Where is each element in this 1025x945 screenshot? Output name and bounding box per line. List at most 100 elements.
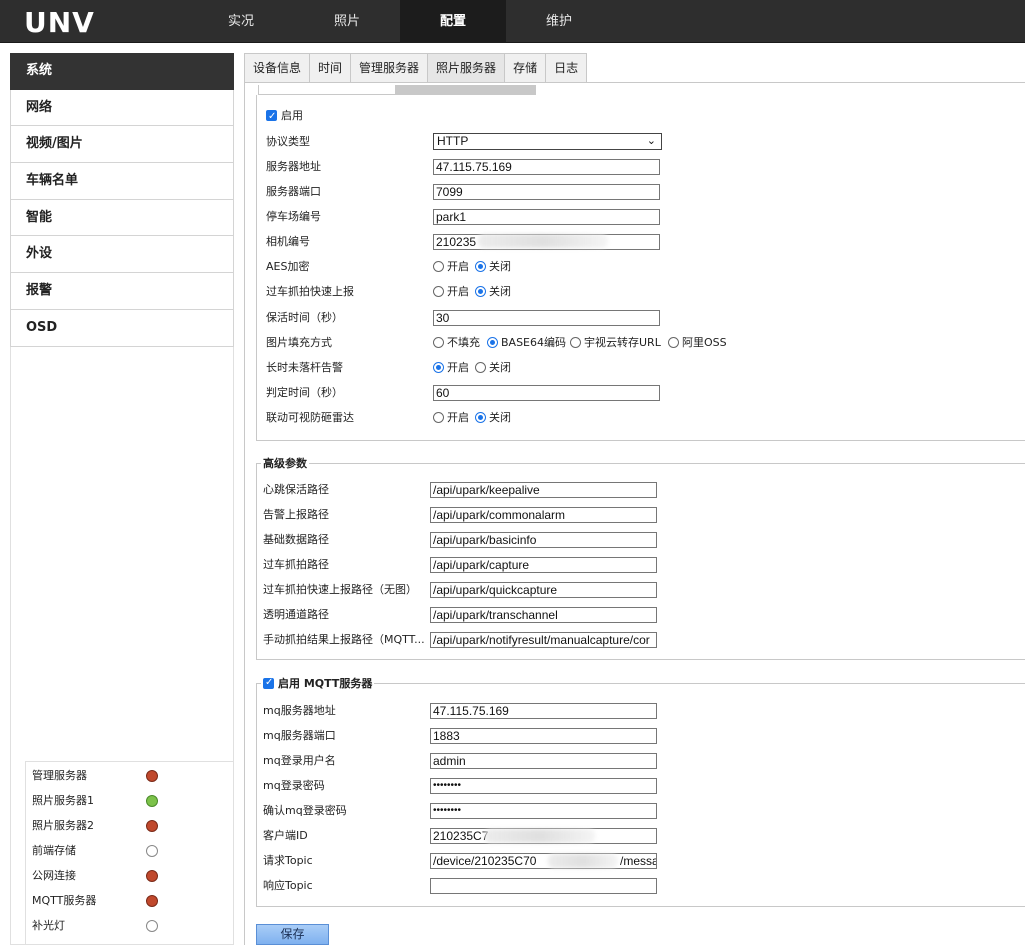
fast-report-off-radio[interactable]: 关闭	[475, 282, 511, 302]
adv-row: 过车抓拍快速上报路径（无图） /api/upark/quickcapture	[263, 580, 1023, 600]
status-row: 前端存储	[32, 841, 232, 861]
fill-cloud-url-label: 宇视云转存URL	[584, 336, 661, 349]
fast-report-on-label: 开启	[447, 285, 469, 298]
sub-tab-server-2[interactable]	[396, 85, 536, 95]
radar-on-radio[interactable]: 开启	[433, 408, 469, 428]
fill-base64-radio[interactable]: BASE64编码	[487, 333, 566, 353]
status-indicator-icon	[146, 920, 158, 932]
sidebar-item-video-image[interactable]: 视频/图片	[10, 126, 234, 164]
sidebar-item-osd[interactable]: OSD	[10, 309, 234, 347]
status-label: 公网连接	[32, 869, 76, 882]
radio-icon	[433, 286, 444, 297]
mq-username-input[interactable]: admin	[430, 753, 657, 769]
adv-row: 手动抓拍结果上报路径（MQTT... /api/upark/notifyresu…	[263, 630, 1023, 650]
mq-confirm-password-input[interactable]: ••••••••	[430, 803, 657, 819]
fill-oss-radio[interactable]: 阿里OSS	[668, 333, 727, 353]
aes-row: AES加密 开启 关闭	[266, 257, 1025, 277]
adv-label: 手动抓拍结果上报路径（MQTT...	[263, 633, 425, 646]
sidebar-item-peripheral[interactable]: 外设	[10, 236, 234, 274]
server-port-input[interactable]: 7099	[433, 184, 660, 200]
capture-path-input[interactable]: /api/upark/capture	[430, 557, 657, 573]
long-alarm-on-radio[interactable]: 开启	[433, 358, 469, 378]
protocol-select[interactable]: HTTP ⌄	[433, 133, 662, 150]
tab-log[interactable]: 日志	[545, 53, 588, 82]
status-panel: 管理服务器 照片服务器1 照片服务器2 前端存储 公网连接 MQTT服务器 补光…	[25, 761, 234, 945]
keepalive-row: 保活时间（秒） 30	[266, 308, 1025, 328]
heartbeat-path-input[interactable]: /api/upark/keepalive	[430, 482, 657, 498]
basic-data-path-input[interactable]: /api/upark/basicinfo	[430, 532, 657, 548]
quick-capture-path-input[interactable]: /api/upark/quickcapture	[430, 582, 657, 598]
redaction-mask	[478, 234, 608, 248]
request-topic-start: /device/210235C70	[433, 854, 537, 868]
mqtt-label: mq登录密码	[263, 779, 325, 792]
mq-password-input[interactable]: ••••••••	[430, 778, 657, 794]
adv-label: 基础数据路径	[263, 533, 329, 546]
nav-config[interactable]: 配置	[400, 0, 506, 43]
camera-id-label: 相机编号	[266, 235, 310, 248]
mqtt-label: 响应Topic	[263, 879, 313, 892]
status-indicator-icon	[146, 870, 158, 882]
mq-server-addr-input[interactable]: 47.115.75.169	[430, 703, 657, 719]
status-label: 照片服务器2	[32, 819, 94, 832]
status-row: 照片服务器1	[32, 791, 232, 811]
sub-tab-server-1[interactable]	[258, 85, 396, 95]
sidebar-item-vehicle-list[interactable]: 车辆名单	[10, 163, 234, 200]
nav-live[interactable]: 实况	[188, 0, 294, 43]
tab-photo-server[interactable]: 照片服务器	[427, 53, 506, 82]
radar-row: 联动可视防砸雷达 开启 关闭	[266, 408, 1025, 428]
long-alarm-off-radio[interactable]: 关闭	[475, 358, 511, 378]
mq-server-port-input[interactable]: 1883	[430, 728, 657, 744]
nav-maintenance[interactable]: 维护	[506, 0, 612, 43]
fast-report-on-radio[interactable]: 开启	[433, 282, 469, 302]
fast-report-row: 过车抓拍快速上报 开启 关闭	[266, 282, 1025, 302]
aes-off-label: 关闭	[489, 260, 511, 273]
status-indicator-icon	[146, 820, 158, 832]
park-id-row: 停车场编号 park1	[266, 207, 1025, 227]
radio-icon	[475, 362, 486, 373]
adv-row: 心跳保活路径 /api/upark/keepalive	[263, 480, 1023, 500]
radar-on-label: 开启	[447, 411, 469, 424]
camera-id-row: 相机编号 210235	[266, 232, 1025, 252]
enable-checkbox[interactable]	[266, 107, 277, 127]
tab-storage[interactable]: 存储	[504, 53, 547, 82]
tab-time[interactable]: 时间	[309, 53, 352, 82]
status-label: 照片服务器1	[32, 794, 94, 807]
fast-report-off-label: 关闭	[489, 285, 511, 298]
fill-none-label: 不填充	[447, 336, 480, 349]
alarm-path-input[interactable]: /api/upark/commonalarm	[430, 507, 657, 523]
advanced-settings-group: 高级参数 心跳保活路径 /api/upark/keepalive 告警上报路径 …	[256, 456, 1025, 660]
status-label: 管理服务器	[32, 769, 87, 782]
status-row: MQTT服务器	[32, 891, 232, 911]
long-alarm-off-label: 关闭	[489, 361, 511, 374]
radar-off-radio[interactable]: 关闭	[475, 408, 511, 428]
fill-cloud-url-radio[interactable]: 宇视云转存URL	[570, 333, 661, 353]
request-topic-input[interactable]: /device/210235C70/messa	[430, 853, 657, 869]
sidebar-item-intelligent[interactable]: 智能	[10, 199, 234, 237]
tab-device-info[interactable]: 设备信息	[244, 53, 311, 82]
park-id-input[interactable]: park1	[433, 209, 660, 225]
fill-base64-label: BASE64编码	[501, 336, 567, 349]
save-button[interactable]: 保存	[256, 924, 329, 945]
server-addr-input[interactable]: 47.115.75.169	[433, 159, 660, 175]
sidebar-item-system[interactable]: 系统	[10, 53, 234, 90]
manual-capture-path-input[interactable]: /api/upark/notifyresult/manualcapture/co…	[430, 632, 657, 648]
status-indicator-icon	[146, 770, 158, 782]
adv-label: 过车抓拍快速上报路径（无图）	[263, 583, 417, 596]
response-topic-input[interactable]	[430, 878, 657, 894]
basic-settings-group: 启用 协议类型 HTTP ⌄ 服务器地址 47.115.75.169 服务器端口 …	[256, 95, 1025, 441]
mqtt-label: mq服务器端口	[263, 729, 336, 742]
judge-time-input[interactable]: 60	[433, 385, 660, 401]
aes-on-radio[interactable]: 开启	[433, 257, 469, 277]
mqtt-enable-checkbox[interactable]	[263, 675, 274, 690]
keepalive-input[interactable]: 30	[433, 310, 660, 326]
mqtt-row: 响应Topic	[263, 876, 1023, 896]
keepalive-label: 保活时间（秒）	[266, 311, 343, 324]
sidebar-item-alarm[interactable]: 报警	[10, 273, 234, 310]
tab-management-server[interactable]: 管理服务器	[350, 53, 429, 82]
fill-none-radio[interactable]: 不填充	[433, 333, 480, 353]
nav-photo[interactable]: 照片	[294, 0, 400, 43]
sidebar-item-network[interactable]: 网络	[10, 89, 234, 127]
mqtt-label: mq登录用户名	[263, 754, 336, 767]
aes-off-radio[interactable]: 关闭	[475, 257, 511, 277]
trans-channel-path-input[interactable]: /api/upark/transchannel	[430, 607, 657, 623]
